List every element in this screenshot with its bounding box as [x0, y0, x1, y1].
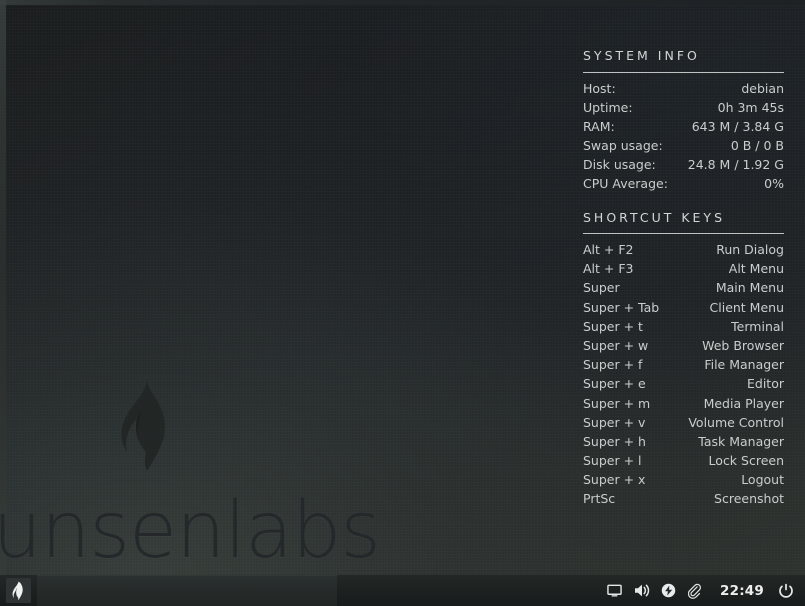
system-info-value: 0h 3m 45s — [717, 99, 784, 115]
system-info-value: 24.8 M / 1.92 G — [687, 156, 784, 172]
bunsenlabs-flame-icon — [12, 581, 23, 600]
shortcut-keys-heading: SHORTCUT KEYS — [583, 209, 726, 225]
taskbar[interactable]: 22:49 — [0, 575, 805, 606]
wallpaper-left-edge — [0, 0, 6, 606]
shortcut-action: Logout — [741, 472, 784, 488]
system-info-label: Swap usage: — [583, 137, 663, 153]
taskbar-tasklist[interactable] — [37, 575, 337, 606]
shortcut-row: PrtSc Screenshot — [583, 493, 784, 512]
launcher-button[interactable] — [6, 578, 31, 603]
shortcut-row: Super Main Menu — [583, 282, 784, 301]
system-info-row: Uptime: 0h 3m 45s — [583, 99, 784, 121]
shortcut-action: Run Dialog — [716, 242, 784, 257]
shortcut-keybinding: Super + f — [583, 357, 643, 373]
desktop[interactable]: bunsenlabs SYSTEM INFO Host: debian Upti… — [0, 0, 805, 606]
shortcut-keybinding: Super + v — [583, 414, 646, 430]
shortcut-keybinding: Super + h — [583, 433, 646, 449]
system-info-list: Host: debian Uptime: 0h 3m 45s RAM: 643 … — [583, 80, 784, 197]
shortcut-keybinding: Alt + F3 — [583, 261, 634, 277]
shortcut-keybinding: Super + l — [583, 453, 642, 469]
system-info-row: CPU Average: 0% — [583, 175, 784, 197]
shortcut-action: Volume Control — [688, 414, 784, 430]
conky-panel: SYSTEM INFO Host: debian Uptime: 0h 3m 4… — [583, 48, 784, 513]
system-info-value: debian — [741, 80, 784, 96]
update-notifier-icon[interactable] — [660, 582, 677, 599]
taskbar-spacer — [337, 575, 606, 606]
system-info-label: Uptime: — [583, 99, 633, 115]
system-info-label: CPU Average: — [583, 175, 668, 191]
system-info-label: RAM: — [583, 118, 615, 134]
shortcut-action: File Manager — [704, 357, 784, 373]
system-info-row: Disk usage: 24.8 M / 1.92 G — [583, 156, 784, 178]
system-tray[interactable]: 22:49 — [606, 575, 805, 606]
shortcut-keybinding: Super + t — [583, 318, 643, 334]
power-button-icon[interactable] — [777, 582, 794, 599]
shortcut-action: Terminal — [731, 318, 784, 334]
volume-speaker-icon[interactable] — [633, 582, 650, 599]
shortcut-action: Screenshot — [714, 491, 784, 507]
system-info-label: Host: — [583, 80, 616, 96]
shortcut-keybinding: Super + m — [583, 395, 651, 411]
shortcut-action: Alt Menu — [728, 261, 784, 277]
shortcut-keybinding: Super + x — [583, 472, 646, 488]
shortcut-keybinding: Super + Tab — [583, 299, 660, 315]
shortcut-action: Editor — [747, 376, 784, 392]
shortcut-keybinding: Super + w — [583, 337, 649, 353]
system-info-value: 0 B / 0 B — [730, 137, 784, 153]
system-info-row: RAM: 643 M / 3.84 G — [583, 118, 784, 140]
system-info-label: Disk usage: — [583, 156, 656, 172]
system-info-row: Swap usage: 0 B / 0 B — [583, 137, 784, 159]
taskbar-launcher[interactable] — [0, 575, 37, 606]
system-info-value: 643 M / 3.84 G — [691, 118, 784, 134]
shortcut-action: Lock Screen — [708, 453, 784, 469]
clipboard-paperclip-icon[interactable] — [687, 582, 704, 599]
shortcut-action: Web Browser — [702, 337, 784, 353]
shortcut-row: Super + v Volume Control — [583, 414, 784, 436]
clock[interactable]: 22:49 — [714, 583, 767, 599]
shortcut-row: Super + m Media Player — [583, 395, 784, 417]
system-info-row: Host: debian — [583, 80, 784, 102]
display-monitor-icon[interactable] — [606, 582, 623, 599]
shortcut-action: Main Menu — [715, 280, 784, 296]
system-info-divider — [583, 71, 784, 73]
system-info-heading: SYSTEM INFO — [583, 48, 700, 63]
shortcut-keybinding: Alt + F2 — [583, 242, 634, 257]
shortcut-keys-list: Alt + F2 Run Dialog Alt + F3 Alt Menu Su… — [583, 242, 784, 513]
shortcut-keybinding: Super + e — [583, 376, 646, 392]
shortcut-keybinding: PrtSc — [583, 491, 616, 507]
shortcut-action: Media Player — [703, 395, 784, 411]
system-info-value: 0% — [764, 175, 784, 191]
shortcut-keybinding: Super — [583, 280, 620, 296]
shortcut-action: Client Menu — [709, 299, 784, 315]
shortcut-action: Task Manager — [698, 433, 784, 449]
wallpaper-top-edge — [0, 0, 805, 5]
shortcut-keys-divider — [583, 233, 784, 234]
shortcut-row: Super + e Editor — [583, 378, 784, 397]
shortcut-row: Super + Tab Client Menu — [583, 299, 784, 321]
